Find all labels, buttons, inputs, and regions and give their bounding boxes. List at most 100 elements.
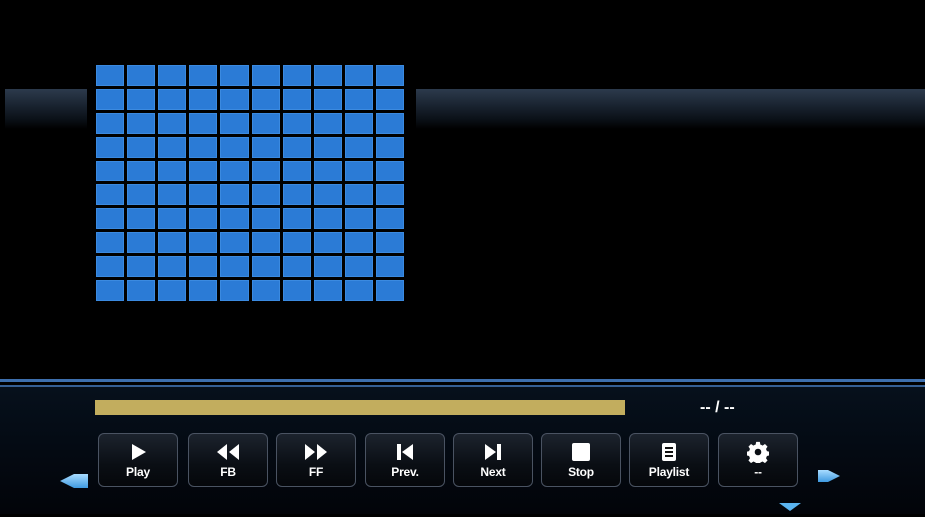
thumbnail-tile: [127, 65, 156, 86]
thumbnail-tile: [189, 136, 218, 158]
thumbnail-tile: [158, 65, 187, 86]
settings-button[interactable]: --: [718, 433, 798, 487]
thumbnail-tile: [344, 208, 373, 230]
thumbnail-tile: [96, 65, 125, 86]
thumbnail-tile: [344, 232, 373, 254]
thumbnail-tile: [96, 256, 125, 278]
thumbnail-tile: [127, 280, 156, 301]
gear-icon: [747, 439, 769, 465]
fast-backward-button[interactable]: FB: [188, 433, 268, 487]
playlist-label: Playlist: [648, 465, 690, 479]
thumbnail-tile: [96, 112, 125, 134]
thumbnail-tile: [313, 112, 342, 134]
thumbnail-tile: [375, 136, 404, 158]
thumbnail-tile: [344, 256, 373, 278]
thumbnail-tile: [127, 160, 156, 182]
thumbnail-tile: [251, 208, 280, 230]
thumbnail-tile: [282, 208, 311, 230]
thumbnail-tile: [251, 256, 280, 278]
thumbnail-tile: [220, 160, 249, 182]
thumbnail-tile: [189, 232, 218, 254]
fast-forward-button[interactable]: FF: [276, 433, 356, 487]
thumbnail-tile: [189, 160, 218, 182]
thumbnail-tile: [158, 112, 187, 134]
thumbnail-tile: [282, 136, 311, 158]
skip-next-icon: [482, 439, 504, 465]
thumbnail-tile: [375, 88, 404, 110]
thumbnail-tile: [220, 88, 249, 110]
arrow-down-icon[interactable]: [778, 499, 802, 517]
thumbnail-tile: [189, 88, 218, 110]
thumbnail-tile: [96, 136, 125, 158]
thumbnail-tile: [220, 136, 249, 158]
fast-backward-label: FB: [220, 465, 236, 479]
thumbnail-tile: [375, 184, 404, 206]
thumbnail-tile: [251, 136, 280, 158]
thumbnail-tile: [344, 160, 373, 182]
thumbnail-tile: [220, 208, 249, 230]
thumbnail-tile: [313, 65, 342, 86]
thumbnail-tile: [189, 65, 218, 86]
stop-button[interactable]: Stop: [541, 433, 621, 487]
thumbnail-tile: [313, 88, 342, 110]
thumbnail-tile: [313, 280, 342, 301]
previous-button[interactable]: Prev.: [365, 433, 445, 487]
thumbnail-tile: [375, 232, 404, 254]
thumbnail-tile: [313, 136, 342, 158]
thumbnail-tile: [127, 136, 156, 158]
thumbnail-tile: [251, 65, 280, 86]
thumbnail-tile: [158, 184, 187, 206]
playlist-icon: [661, 439, 677, 465]
shelf-left: [5, 89, 87, 129]
progress-bar[interactable]: [95, 400, 625, 415]
thumbnail-tile: [220, 232, 249, 254]
thumbnail-tile: [282, 160, 311, 182]
thumbnail-tile: [127, 208, 156, 230]
thumbnail-tile: [127, 256, 156, 278]
skip-previous-icon: [394, 439, 416, 465]
next-button[interactable]: Next: [453, 433, 533, 487]
progress-fill: [95, 400, 625, 415]
thumbnail-tile: [189, 184, 218, 206]
thumbnail-tile: [220, 112, 249, 134]
thumbnail-tile: [344, 88, 373, 110]
thumbnail-tile: [158, 88, 187, 110]
thumbnail-tile: [189, 112, 218, 134]
thumbnail-tile: [282, 232, 311, 254]
thumbnail-tile: [313, 232, 342, 254]
thumbnail-tile: [375, 280, 404, 301]
thumbnail-tile: [96, 280, 125, 301]
thumbnail-tile: [96, 232, 125, 254]
thumbnail-tile: [251, 280, 280, 301]
thumbnail-tile: [375, 256, 404, 278]
playlist-button[interactable]: Playlist: [629, 433, 709, 487]
fast-forward-label: FF: [308, 465, 324, 479]
thumbnail-tile: [344, 112, 373, 134]
thumbnail-tile: [220, 65, 249, 86]
fast-backward-icon: [215, 439, 241, 465]
thumbnail-tile: [158, 232, 187, 254]
thumbnail-tile: [282, 112, 311, 134]
thumbnail-tile: [158, 208, 187, 230]
thumbnail-tile: [313, 160, 342, 182]
thumbnail-tile: [344, 184, 373, 206]
thumbnail-tile: [158, 160, 187, 182]
play-button[interactable]: Play: [98, 433, 178, 487]
thumbnail-tile: [375, 160, 404, 182]
arrow-left-icon[interactable]: [58, 471, 90, 496]
thumbnail-tile: [158, 280, 187, 301]
play-icon: [128, 439, 148, 465]
arrow-right-icon[interactable]: [816, 467, 842, 490]
thumbnail-tile: [96, 208, 125, 230]
thumbnail-tile: [344, 280, 373, 301]
thumbnail-tile: [220, 280, 249, 301]
thumbnail-tile: [96, 88, 125, 110]
thumbnail-tile: [127, 232, 156, 254]
shelf-right: [416, 89, 925, 129]
thumbnail-tile: [375, 112, 404, 134]
thumbnail-tile: [375, 65, 404, 86]
thumbnail-tile: [189, 280, 218, 301]
thumbnail-tile: [313, 208, 342, 230]
thumbnail-tile: [220, 184, 249, 206]
thumbnail-tile: [127, 112, 156, 134]
